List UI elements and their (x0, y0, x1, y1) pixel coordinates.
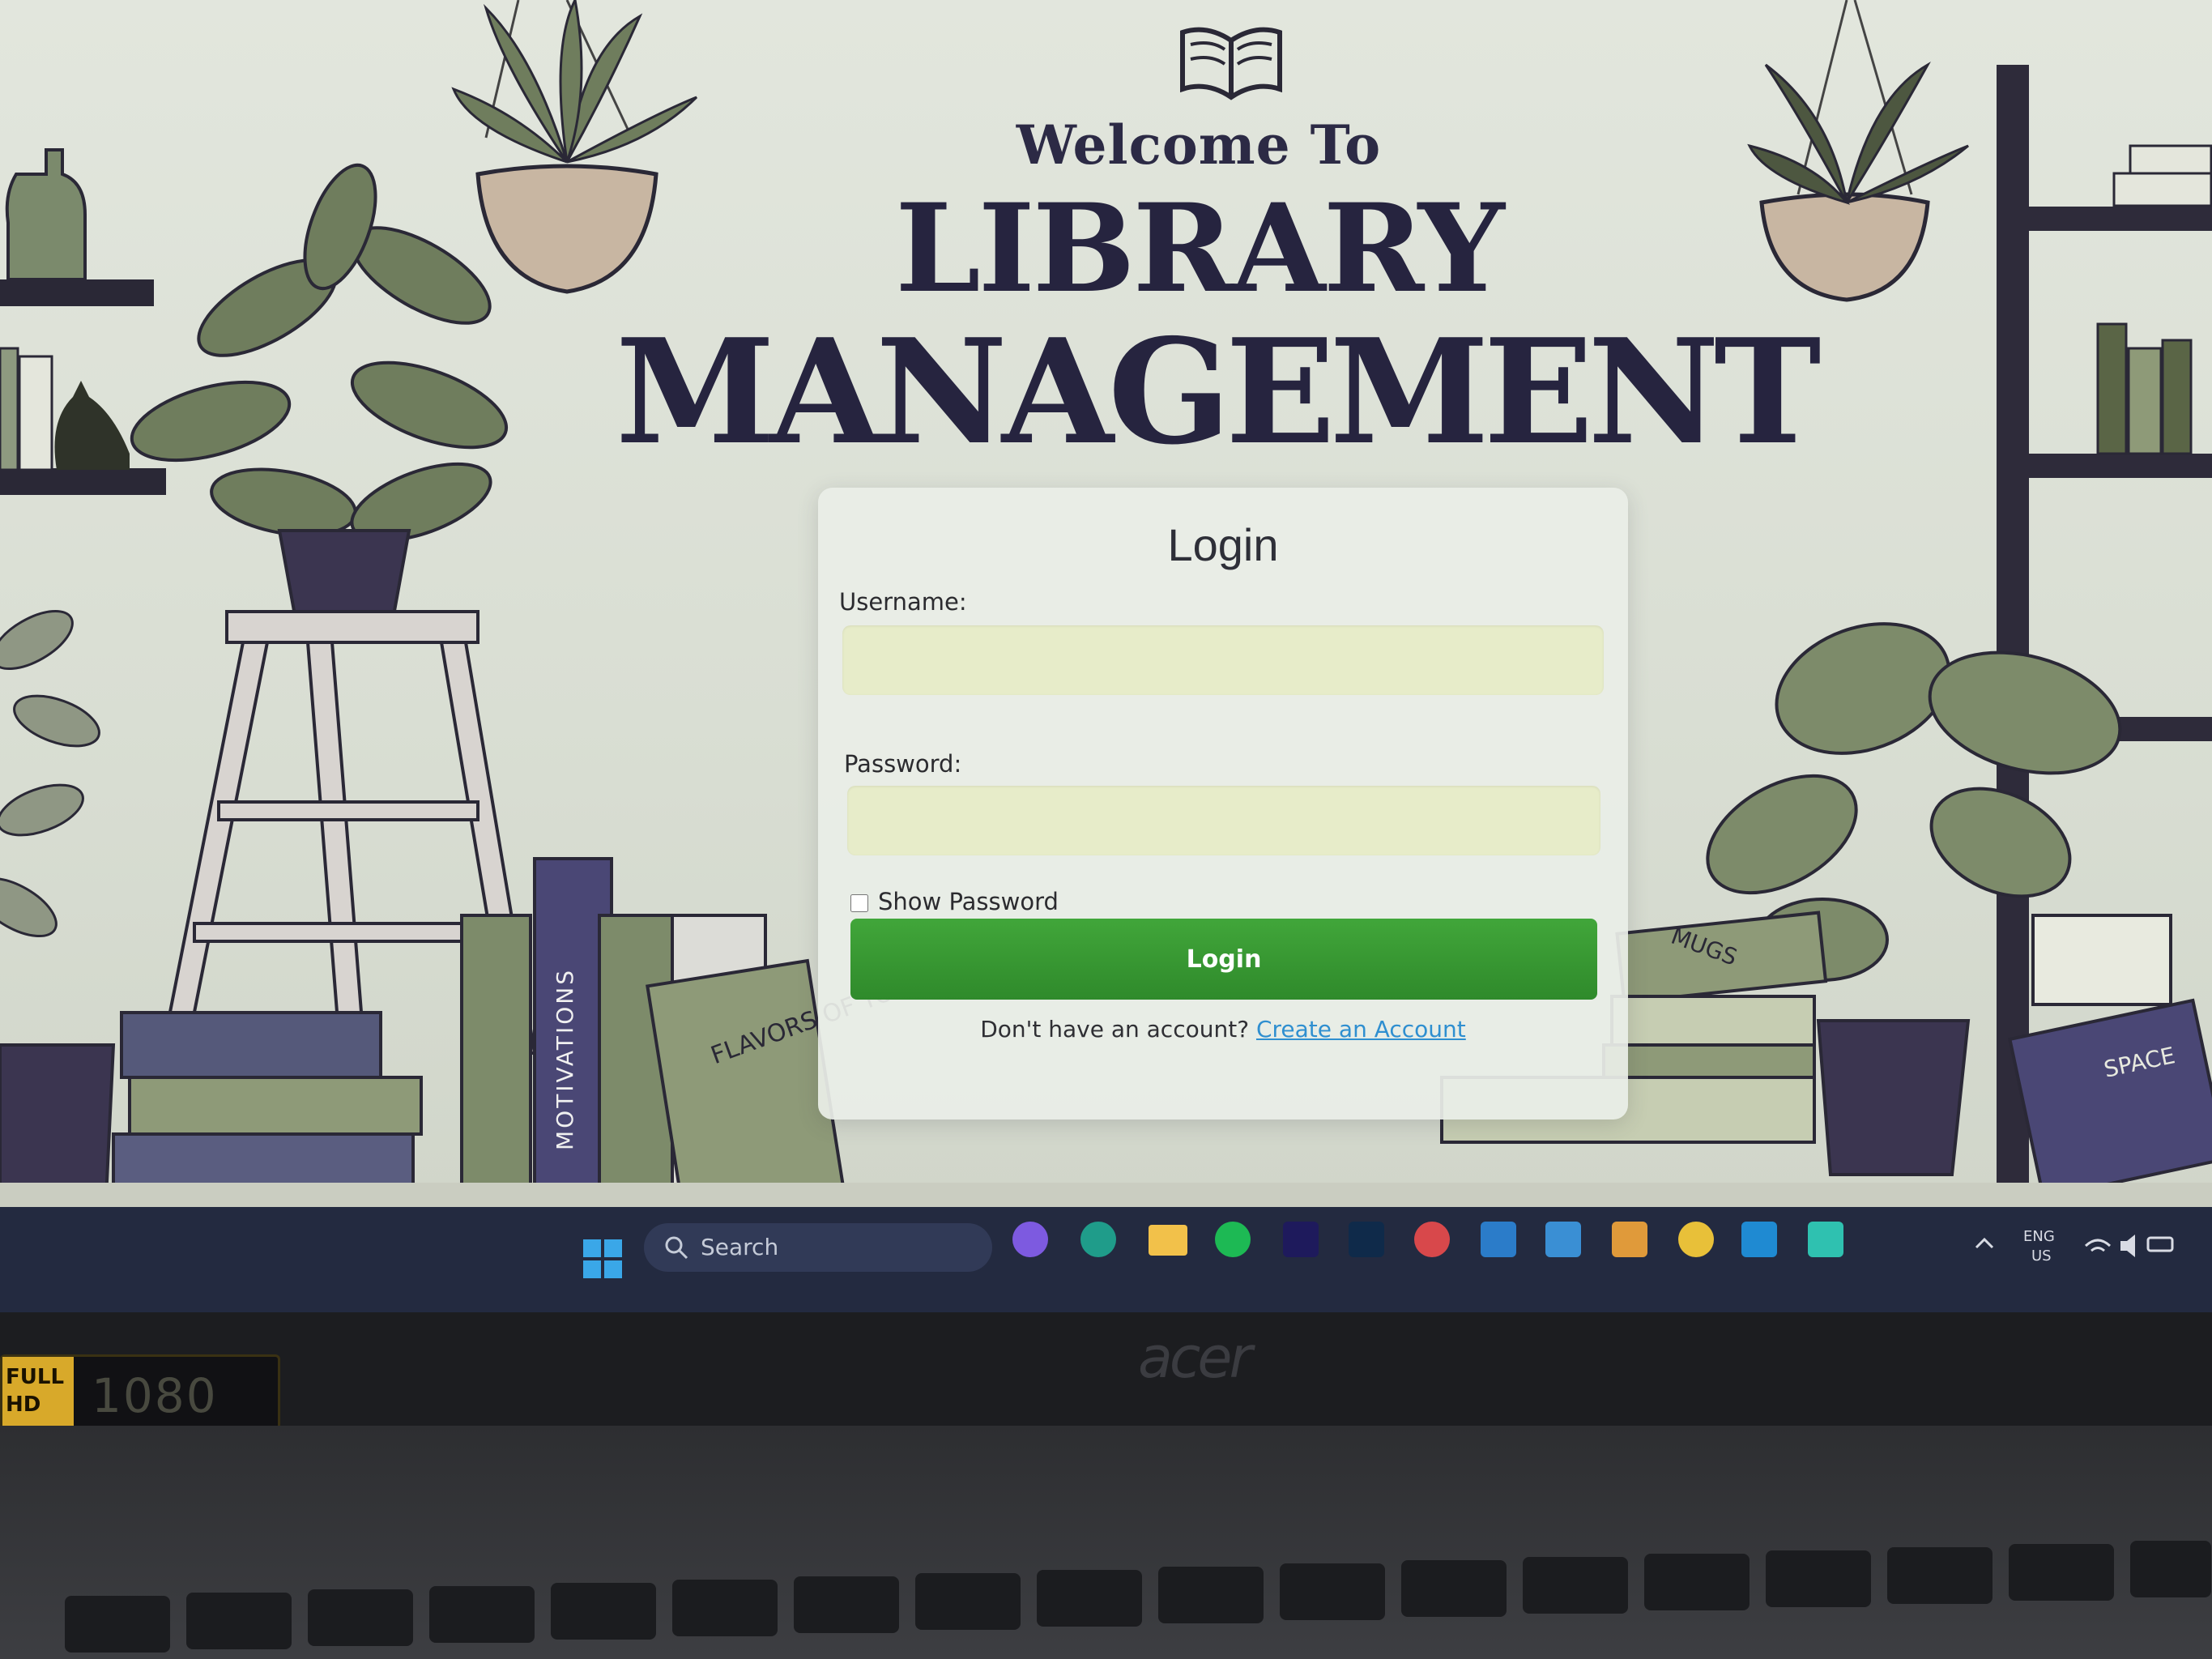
wifi-icon[interactable] (2084, 1239, 2112, 1252)
fullhd-sticker: FULL HD 1080 (0, 1354, 280, 1434)
keyboard (65, 1541, 2211, 1653)
start-icon[interactable] (583, 1239, 622, 1278)
book-space (2008, 998, 2212, 1200)
spotify-icon[interactable] (1215, 1222, 1251, 1257)
login-card: Login Username: Password: Show Password … (818, 488, 1628, 1120)
book-spine-text: MOTIVATIONS (552, 968, 578, 1150)
resolution-text: 1080 (92, 1368, 218, 1423)
fullhd-badge: FULL HD (2, 1357, 74, 1431)
login-button[interactable]: Login (850, 919, 1597, 1000)
snipping-tool-icon[interactable] (1545, 1222, 1581, 1257)
page-title-line-2: MANAGEMENT (616, 307, 1822, 476)
vscode-icon[interactable] (1741, 1222, 1777, 1257)
search-icon (665, 1236, 688, 1260)
photoshop-icon[interactable] (1349, 1222, 1384, 1257)
battery-icon[interactable] (2146, 1236, 2174, 1252)
username-label: Username: (839, 588, 967, 616)
page-title-line-1: LIBRARY (895, 177, 1505, 320)
screen: MOTIVATIONS FLAVORS OF YOGURT (0, 0, 2212, 1312)
username-input[interactable] (842, 625, 1604, 695)
app-icon[interactable] (1481, 1222, 1516, 1257)
signup-row: Don't have an account? Create an Account (818, 1016, 1628, 1043)
chrome-icon[interactable] (1678, 1222, 1714, 1257)
tray-region[interactable]: US (2031, 1247, 2052, 1265)
book-flavors-of-yogurt (646, 958, 845, 1213)
search-placeholder: Search (701, 1234, 779, 1260)
plant-pot-left (277, 529, 411, 621)
taskbar-icons (583, 1222, 2174, 1278)
edge-icon[interactable] (1080, 1222, 1116, 1257)
shelf-left-top (0, 279, 154, 306)
password-input[interactable] (847, 786, 1600, 855)
show-password-checkbox[interactable] (850, 894, 868, 912)
tray-language[interactable]: ENG (2023, 1228, 2055, 1245)
open-book-icon (1180, 27, 1282, 100)
copilot-icon[interactable] (1012, 1222, 1048, 1257)
password-label: Password: (844, 750, 962, 778)
taskbar-search[interactable]: Search (644, 1223, 992, 1272)
brand-logo: acer (1138, 1324, 1252, 1391)
tray-chevron-icon[interactable] (1975, 1237, 1994, 1249)
pinterest-icon[interactable] (1414, 1222, 1450, 1257)
login-heading: Login (1167, 519, 1279, 570)
notepad-icon[interactable] (1808, 1222, 1843, 1257)
shelf-left-bottom (0, 468, 166, 495)
book-spine-green (460, 914, 532, 1201)
hanging-basket-right (1759, 192, 1930, 302)
hanging-basket-left (475, 164, 658, 294)
welcome-text: Welcome To (1016, 113, 1382, 177)
file-explorer-icon[interactable] (1149, 1225, 1187, 1256)
cat-figurine (54, 381, 130, 470)
fullhd-badge-text: FULL HD (6, 1365, 65, 1417)
app-icon[interactable] (1612, 1222, 1647, 1257)
taskbar: Search ENG US (0, 1207, 2212, 1312)
plant-pot-right (1816, 1019, 1971, 1176)
premiere-pro-icon[interactable] (1283, 1222, 1319, 1257)
signup-prompt: Don't have an account? (980, 1016, 1250, 1043)
volume-icon[interactable] (2120, 1235, 2135, 1257)
create-account-link[interactable]: Create an Account (1256, 1016, 1466, 1043)
laptop-bezel (0, 1312, 2212, 1426)
vase (5, 148, 87, 281)
show-password-label[interactable]: Show Password (878, 888, 1059, 915)
